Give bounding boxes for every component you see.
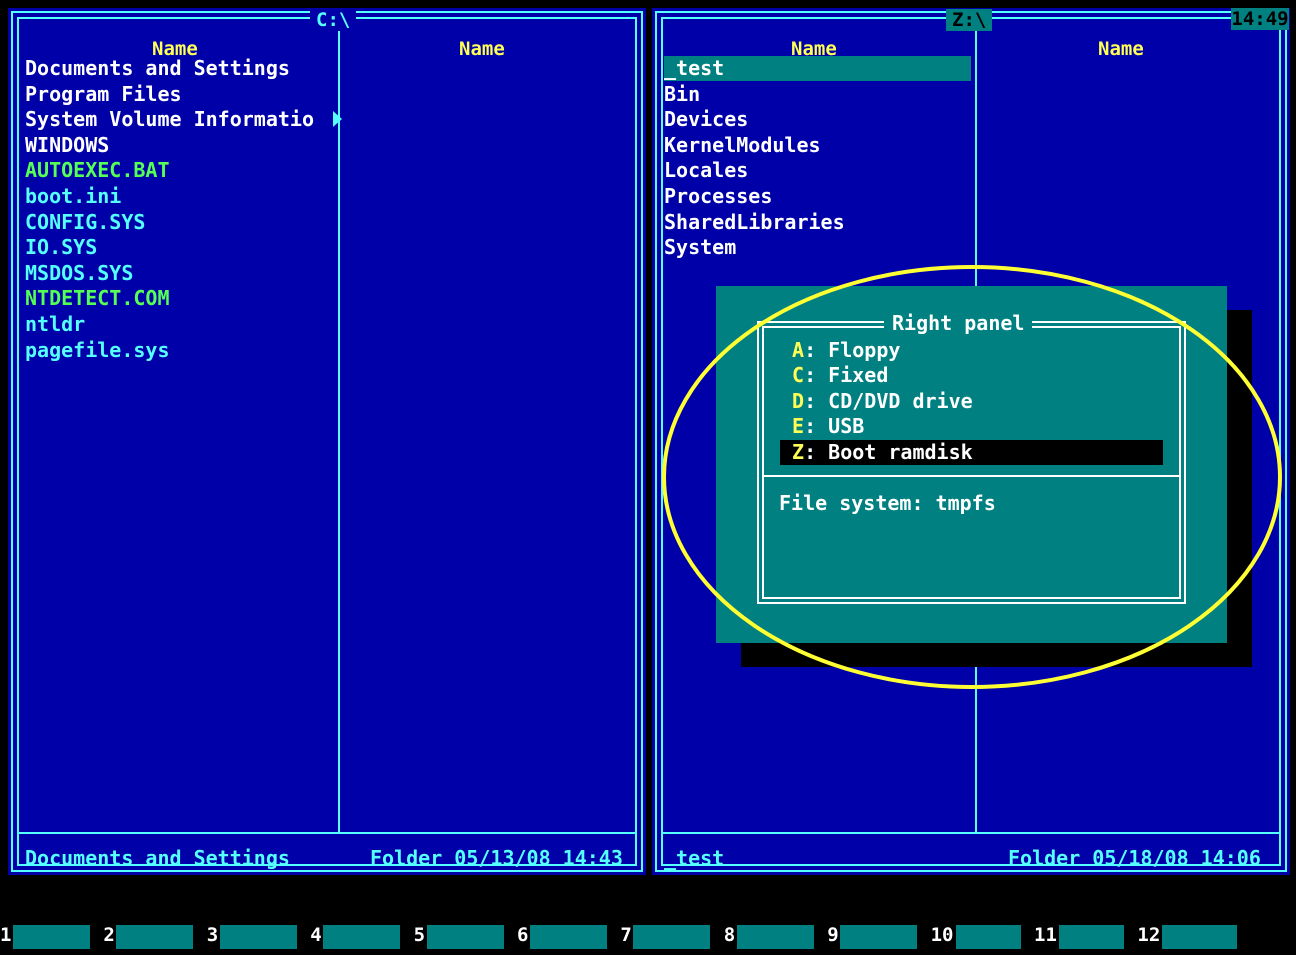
highlight-ellipse xyxy=(662,265,1282,689)
